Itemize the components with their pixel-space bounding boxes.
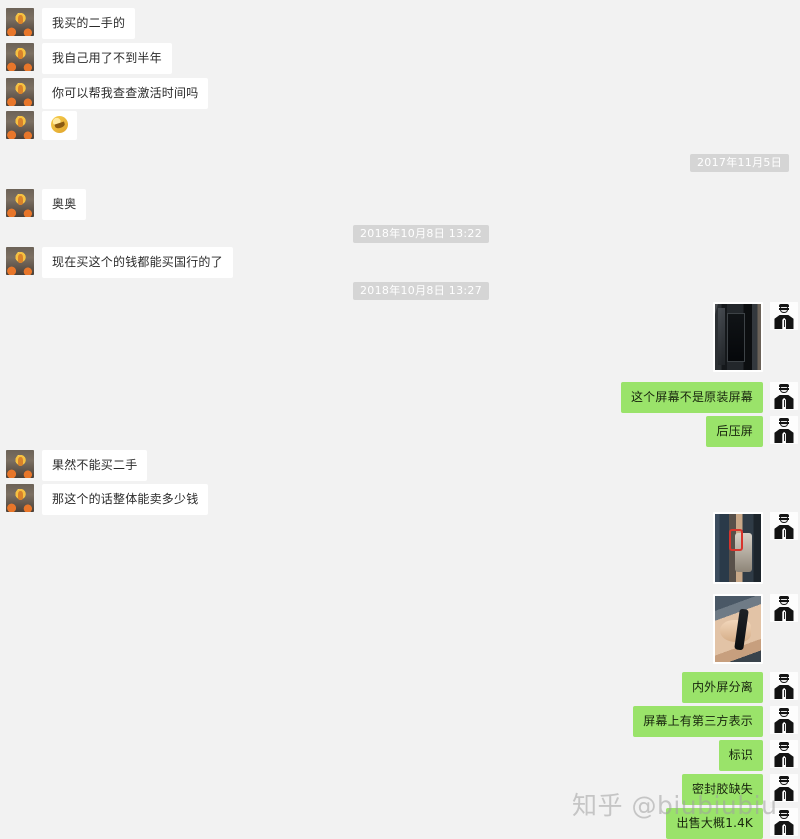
incoming-message-bubble[interactable]: 那这个的话整体能卖多少钱	[42, 484, 209, 515]
orange-cartoon-avatar[interactable]	[6, 78, 34, 106]
message-row: 你可以帮我查查激活时间吗	[6, 78, 209, 109]
date-divider: 2018年10月8日 13:27	[353, 282, 489, 300]
suited-man-icon	[770, 808, 798, 836]
outgoing-message-bubble[interactable]: 屏幕上有第三方表示	[633, 706, 763, 737]
suited-man-avatar[interactable]	[770, 774, 798, 802]
chat-conversation-view: 我买的二手的我自己用了不到半年你可以帮我查查激活时间吗 2017年11月5日奥奥 2…	[0, 0, 800, 839]
suited-man-icon	[770, 706, 798, 734]
suited-man-avatar[interactable]	[770, 416, 798, 444]
emoji-message-bubble[interactable]	[42, 111, 77, 140]
suited-man-avatar[interactable]	[770, 808, 798, 836]
orange-cartoon-icon	[6, 111, 34, 139]
phone-teardown-photo	[715, 304, 761, 370]
orange-cartoon-icon	[6, 450, 34, 478]
suited-man-avatar[interactable]	[770, 740, 798, 768]
message-row: 我买的二手的	[6, 8, 136, 39]
suited-man-icon	[770, 512, 798, 540]
incoming-message-bubble[interactable]: 奥奥	[42, 189, 87, 220]
outgoing-message-bubble[interactable]: 出售大概1.4K	[666, 808, 763, 839]
message-row	[713, 302, 798, 372]
suited-man-avatar[interactable]	[770, 382, 798, 410]
image-message-bubble[interactable]	[713, 594, 763, 664]
message-row: 屏幕上有第三方表示	[633, 706, 798, 737]
outgoing-message-bubble[interactable]: 内外屏分离	[681, 672, 763, 703]
message-row	[6, 111, 77, 140]
outgoing-message-bubble[interactable]: 密封胶缺失	[681, 774, 763, 805]
outgoing-message-bubble[interactable]: 标识	[718, 740, 763, 771]
orange-cartoon-avatar[interactable]	[6, 8, 34, 36]
incoming-message-bubble[interactable]: 你可以帮我查查激活时间吗	[42, 78, 209, 109]
orange-cartoon-icon	[6, 43, 34, 71]
incoming-message-bubble[interactable]: 果然不能买二手	[42, 450, 148, 481]
message-row: 标识	[718, 740, 798, 771]
message-row: 出售大概1.4K	[666, 808, 798, 839]
orange-cartoon-avatar[interactable]	[6, 484, 34, 512]
suited-man-icon	[770, 382, 798, 410]
outgoing-message-bubble[interactable]: 后压屏	[706, 416, 763, 447]
message-row: 密封胶缺失	[681, 774, 798, 805]
message-row	[713, 512, 798, 584]
outgoing-message-bubble[interactable]: 这个屏幕不是原装屏幕	[620, 382, 763, 413]
message-row: 现在买这个的钱都能买国行的了	[6, 247, 233, 278]
orange-cartoon-avatar[interactable]	[6, 247, 34, 275]
orange-cartoon-icon	[6, 78, 34, 106]
message-row: 那这个的话整体能卖多少钱	[6, 484, 209, 515]
suited-man-avatar[interactable]	[770, 302, 798, 330]
orange-cartoon-icon	[6, 484, 34, 512]
image-message-bubble[interactable]	[713, 512, 763, 584]
message-row: 内外屏分离	[681, 672, 798, 703]
suited-man-icon	[770, 302, 798, 330]
suited-man-avatar[interactable]	[770, 706, 798, 734]
orange-cartoon-icon	[6, 247, 34, 275]
suited-man-icon	[770, 672, 798, 700]
orange-cartoon-avatar[interactable]	[6, 189, 34, 217]
suited-man-icon	[770, 774, 798, 802]
message-row	[713, 594, 798, 664]
date-divider: 2018年10月8日 13:22	[353, 225, 489, 243]
message-row: 后压屏	[706, 416, 798, 447]
suited-man-icon	[770, 594, 798, 622]
grinning-face-emoji	[51, 116, 68, 133]
incoming-message-bubble[interactable]: 我买的二手的	[42, 8, 136, 39]
suited-man-icon	[770, 416, 798, 444]
suited-man-avatar[interactable]	[770, 594, 798, 622]
orange-cartoon-icon	[6, 8, 34, 36]
suited-man-avatar[interactable]	[770, 512, 798, 540]
image-message-bubble[interactable]	[713, 302, 763, 372]
orange-cartoon-avatar[interactable]	[6, 450, 34, 478]
orange-cartoon-avatar[interactable]	[6, 111, 34, 139]
suited-man-icon	[770, 740, 798, 768]
suited-man-avatar[interactable]	[770, 672, 798, 700]
incoming-message-bubble[interactable]: 现在买这个的钱都能买国行的了	[42, 247, 233, 278]
phone-teardown-photo	[715, 596, 761, 662]
phone-teardown-photo	[715, 514, 761, 582]
incoming-message-bubble[interactable]: 我自己用了不到半年	[42, 43, 172, 74]
message-row: 奥奥	[6, 189, 87, 220]
orange-cartoon-avatar[interactable]	[6, 43, 34, 71]
message-row: 这个屏幕不是原装屏幕	[620, 382, 798, 413]
message-row: 果然不能买二手	[6, 450, 148, 481]
orange-cartoon-icon	[6, 189, 34, 217]
message-row: 我自己用了不到半年	[6, 43, 172, 74]
date-divider: 2017年11月5日	[690, 154, 789, 172]
